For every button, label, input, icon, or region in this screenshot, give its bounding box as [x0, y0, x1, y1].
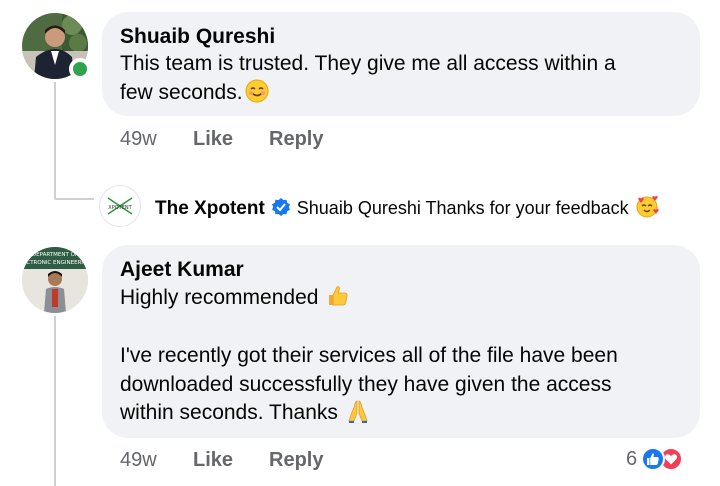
- comment-age: 49w: [120, 449, 157, 471]
- reply-button[interactable]: Reply: [269, 128, 323, 151]
- comment-text-line: I've recently got their services all of …: [120, 344, 618, 367]
- comment-text: few seconds.: [120, 81, 243, 104]
- avatar-sign-text: ECTRONIC ENGINEERIN: [23, 260, 87, 266]
- reaction-summary[interactable]: 6: [626, 447, 684, 471]
- reaction-count: 6: [626, 447, 638, 470]
- reply-button[interactable]: Reply: [269, 449, 323, 472]
- thread-line-horizontal: [54, 198, 94, 200]
- comment-text: within seconds. Thanks: [120, 401, 338, 424]
- folded-hands-emoji-icon: [346, 399, 370, 431]
- comment-text-line: This team is trusted. They give me all a…: [120, 52, 616, 75]
- thread-line-vertical: [54, 82, 56, 198]
- reply-mention[interactable]: Shuaib Qureshi: [297, 198, 421, 218]
- avatar-the-xpotent[interactable]: XPOTENT: [99, 185, 141, 227]
- thread-line-vertical-2: [54, 316, 56, 486]
- avatar-ajeet-kumar[interactable]: DEPARTMENT OF ECTRONIC ENGINEERIN: [22, 247, 88, 313]
- verified-badge-icon: [271, 197, 291, 222]
- love-hearts-emoji-icon: [635, 194, 659, 223]
- comment-text: Highly recommended: [120, 286, 319, 309]
- like-reaction-icon: [641, 447, 666, 471]
- comment-text-line-with-emoji: Highly recommended: [120, 283, 350, 316]
- like-button[interactable]: Like: [193, 449, 233, 472]
- reply-comment: The Xpotent Shuaib Qureshi Thanks for you…: [155, 194, 659, 223]
- comment-text-line-with-emoji: within seconds. Thanks: [120, 398, 370, 431]
- comment-text-line: downloaded successfully they have given …: [120, 373, 612, 396]
- online-status-icon: [69, 58, 91, 80]
- thumbs-up-emoji-icon: [326, 284, 350, 316]
- comment-author[interactable]: Shuaib Qureshi: [120, 25, 275, 49]
- reply-text: Thanks for your feedback: [425, 198, 629, 218]
- avatar-sign-text: DEPARTMENT OF: [32, 252, 78, 258]
- like-button[interactable]: Like: [193, 128, 233, 151]
- reply-author[interactable]: The Xpotent: [155, 198, 265, 219]
- comment-text-line-with-emoji: few seconds.: [120, 78, 269, 111]
- comment-age: 49w: [120, 128, 157, 150]
- xpotent-logo-text: XPOTENT: [108, 205, 132, 211]
- smiling-emoji-icon: [245, 79, 269, 111]
- comment-author[interactable]: Ajeet Kumar: [120, 258, 244, 282]
